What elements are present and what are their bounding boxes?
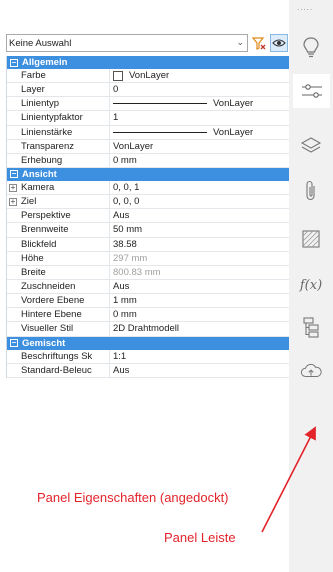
- annotation-arrow: [261, 426, 316, 533]
